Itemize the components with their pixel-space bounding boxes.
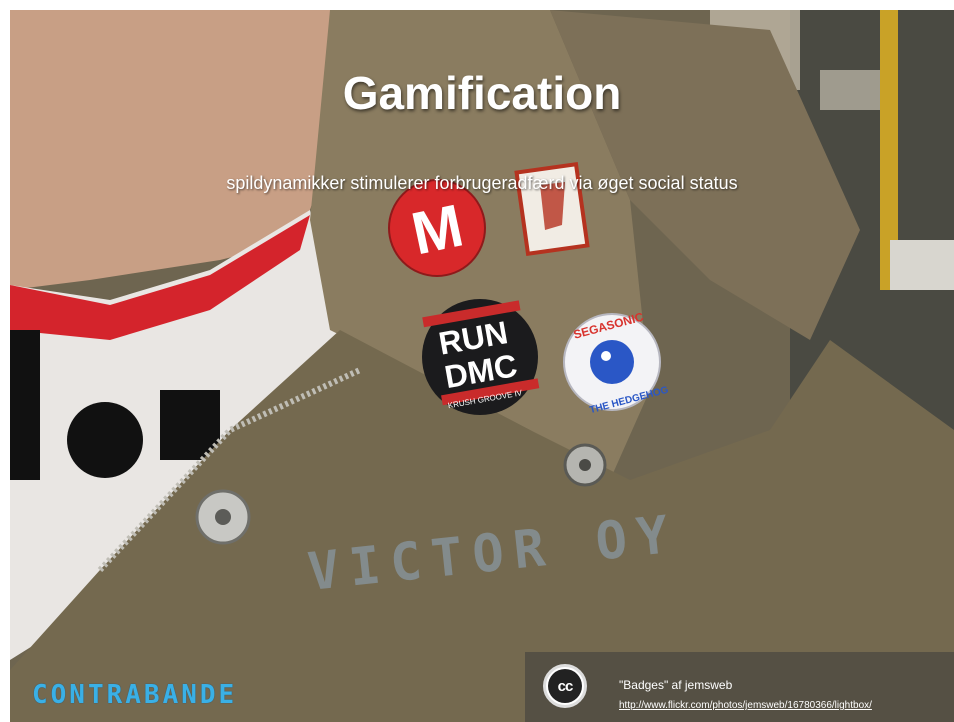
credit-text: "Badges" af jemsweb	[619, 678, 733, 692]
credit-link[interactable]: http://www.flickr.com/photos/jemsweb/167…	[619, 700, 872, 711]
contrabande-logo: CONTRABANDE	[32, 680, 238, 710]
slide: VICTOR OY M RUN DMC KRUSH GROOVE IV SEGA…	[10, 10, 954, 722]
slide-title: Gamification	[342, 67, 622, 119]
photo-credit: cc "Badges" af jemsweb http://www.flickr…	[525, 652, 954, 722]
shirt-print-dot	[67, 402, 143, 478]
cc-icon-text: cc	[548, 669, 582, 703]
cc-icon: cc	[543, 664, 587, 708]
slide-subtitle: spildynamikker stimulerer forbrugeradfær…	[226, 173, 738, 193]
